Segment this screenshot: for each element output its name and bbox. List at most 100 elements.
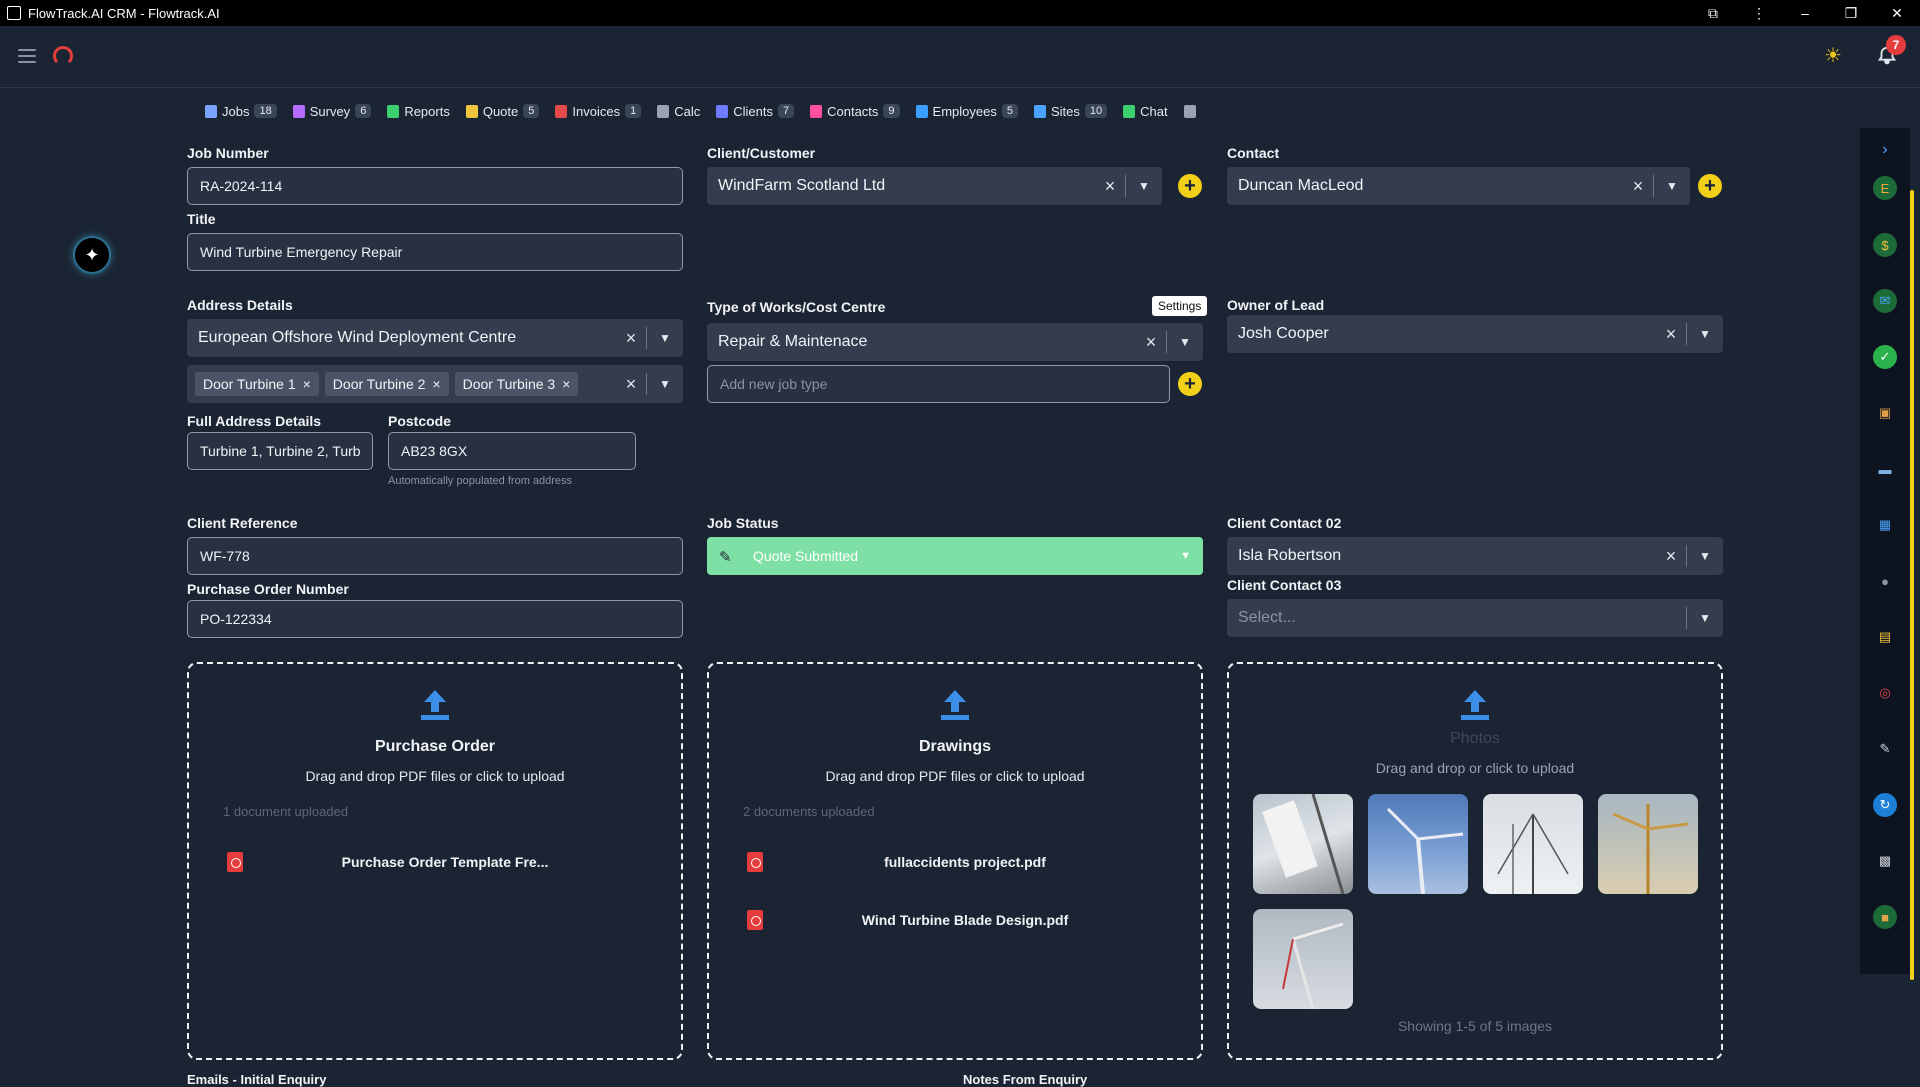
address-label: Address Details (187, 297, 293, 313)
tab-invoices[interactable]: Invoices 1 (555, 104, 642, 119)
address-select[interactable]: European Offshore Wind Deployment Centre… (187, 319, 683, 357)
tab-survey[interactable]: Survey 6 (292, 104, 372, 119)
chevron-down-icon[interactable]: ▼ (1687, 611, 1723, 625)
tab-contacts[interactable]: Contacts 9 (810, 104, 900, 119)
po-number-input[interactable]: PO-122334 (187, 600, 683, 638)
clear-icon[interactable]: × (616, 328, 646, 349)
window-menu-icon[interactable]: ⋮ (1736, 0, 1782, 26)
checkbox-icon[interactable]: ✓ (1873, 345, 1897, 369)
add-client-button[interactable]: + (1178, 174, 1202, 198)
chip-remove-icon[interactable]: × (432, 376, 440, 392)
clipboard-icon[interactable]: ▤ (1873, 625, 1897, 649)
photo-thumbnail[interactable] (1253, 794, 1353, 894)
contacts-icon (810, 104, 823, 118)
add-job-type-input[interactable]: Add new job type (707, 365, 1170, 403)
drawings-count: 2 documents uploaded (743, 804, 875, 819)
calendar-icon[interactable]: ▦ (1873, 513, 1897, 537)
postcode-input[interactable]: AB23 8GX (388, 432, 636, 470)
tab-calendar[interactable] (1183, 104, 1196, 118)
floating-assistant-button[interactable]: ✦ (73, 236, 111, 274)
chip-label: Door Turbine 1 (203, 376, 296, 392)
target-icon[interactable]: ◎ (1873, 681, 1897, 705)
chevron-down-icon[interactable]: ▼ (1687, 327, 1723, 341)
clear-icon[interactable]: × (1623, 176, 1653, 197)
minimize-button[interactable]: – (1782, 0, 1828, 26)
extension-icon[interactable]: ⧉ (1690, 0, 1736, 26)
photo-thumbnail[interactable] (1253, 909, 1353, 1009)
photos-dropzone[interactable]: Photos Drag and drop or click to upload … (1227, 662, 1723, 1060)
chevron-down-icon[interactable]: ▼ (1687, 549, 1723, 563)
client-contact-03-select[interactable]: Select... ▼ (1227, 599, 1723, 637)
full-address-input[interactable]: Turbine 1, Turbine 2, Turb (187, 432, 373, 470)
document-name[interactable]: fullaccidents project.pdf (763, 854, 1167, 870)
wrench-icon[interactable]: ✎ (1873, 737, 1897, 761)
theme-toggle-sun-icon[interactable]: ☀ (1824, 46, 1842, 66)
chevron-down-icon[interactable]: ▼ (1654, 179, 1690, 193)
sites-icon (1033, 104, 1046, 118)
chip-remove-icon[interactable]: × (303, 376, 311, 392)
document-row[interactable]: fullaccidents project.pdf (747, 851, 1167, 873)
document-row[interactable]: Wind Turbine Blade Design.pdf (747, 909, 1167, 931)
sidebar-scroll-indicator[interactable] (1910, 190, 1914, 980)
chevron-down-icon[interactable]: ▼ (647, 331, 683, 345)
support-headset-icon[interactable] (53, 46, 73, 66)
clear-icon[interactable]: × (1656, 324, 1686, 345)
works-select[interactable]: Repair & Maintenace × ▼ (707, 323, 1203, 361)
photo-thumbnail[interactable] (1368, 794, 1468, 894)
add-job-type-button[interactable]: + (1178, 372, 1202, 396)
client-contact-02-value: Isla Robertson (1238, 547, 1342, 564)
client-select[interactable]: WindFarm Scotland Ltd × ▼ (707, 167, 1162, 205)
photo-thumbnail[interactable] (1483, 794, 1583, 894)
document-row[interactable]: Purchase Order Template Fre... (227, 851, 647, 873)
full-address-label: Full Address Details (187, 413, 322, 429)
chevron-down-icon[interactable]: ▼ (1126, 179, 1162, 193)
contact-select[interactable]: Duncan MacLeod × ▼ (1227, 167, 1690, 205)
mailbox-icon[interactable]: ✉ (1873, 289, 1897, 313)
collapse-chevron-icon[interactable]: › (1873, 138, 1897, 162)
chevron-down-icon[interactable]: ▼ (647, 377, 683, 391)
clear-icon[interactable]: × (1656, 546, 1686, 567)
checkered-flag-icon[interactable]: ▩ (1873, 849, 1897, 873)
sync-icon[interactable]: ↻ (1873, 793, 1897, 817)
package-icon[interactable]: ▣ (1873, 401, 1897, 425)
truck-icon[interactable]: ▬ (1873, 457, 1897, 481)
document-name[interactable]: Purchase Order Template Fre... (243, 854, 647, 870)
job-status-select[interactable]: ✎ Quote Submitted ▼ (707, 537, 1203, 575)
chevron-down-icon[interactable]: ▼ (1167, 335, 1203, 349)
chip-remove-icon[interactable]: × (562, 376, 570, 392)
photo-thumbnail[interactable] (1598, 794, 1698, 894)
maximize-button[interactable]: ❐ (1828, 0, 1874, 26)
clear-icon[interactable]: × (1095, 176, 1125, 197)
drawings-dropzone[interactable]: Drawings Drag and drop PDF files or clic… (707, 662, 1203, 1060)
tab-quote[interactable]: Quote 5 (465, 104, 540, 119)
clear-icon[interactable]: × (616, 374, 646, 395)
works-label: Type of Works/Cost Centre (707, 299, 886, 315)
tab-sites[interactable]: Sites 10 (1033, 104, 1108, 119)
clear-icon[interactable]: × (1136, 332, 1166, 353)
job-status-label: Job Status (707, 515, 779, 531)
owner-select[interactable]: Josh Cooper × ▼ (1227, 315, 1723, 353)
tab-chat[interactable]: Chat (1123, 104, 1168, 119)
tab-count-badge: 9 (883, 104, 900, 118)
hamburger-menu-icon[interactable] (18, 49, 36, 63)
tab-jobs[interactable]: Jobs 18 (205, 104, 277, 119)
purchase-order-dropzone[interactable]: Purchase Order Drag and drop PDF files o… (187, 662, 683, 1060)
tab-calc[interactable]: Calc (657, 104, 700, 119)
title-input[interactable]: Wind Turbine Emergency Repair (187, 233, 683, 271)
tab-clients[interactable]: Clients 7 (716, 104, 795, 119)
client-contact-02-select[interactable]: Isla Robertson × ▼ (1227, 537, 1723, 575)
money-bag-icon[interactable]: $ (1873, 233, 1897, 257)
footprints-icon[interactable]: ● (1873, 569, 1897, 593)
tab-reports[interactable]: Reports (387, 104, 450, 119)
chevron-down-icon[interactable]: ▼ (1180, 550, 1191, 562)
purchase-order-subtitle: Drag and drop PDF files or click to uplo… (305, 768, 565, 784)
address-multiselect[interactable]: Door Turbine 1 × Door Turbine 2 × Door Turbi… (187, 365, 683, 403)
briefcase-icon[interactable]: ■ (1873, 905, 1897, 929)
job-number-input[interactable]: RA-2024-114 (187, 167, 683, 205)
document-name[interactable]: Wind Turbine Blade Design.pdf (763, 912, 1167, 928)
add-contact-button[interactable]: + (1698, 174, 1722, 198)
tab-employees[interactable]: Employees 5 (915, 104, 1018, 119)
close-button[interactable]: ✕ (1874, 0, 1920, 26)
ledger-icon[interactable]: E (1873, 176, 1897, 200)
client-reference-input[interactable]: WF-778 (187, 537, 683, 575)
